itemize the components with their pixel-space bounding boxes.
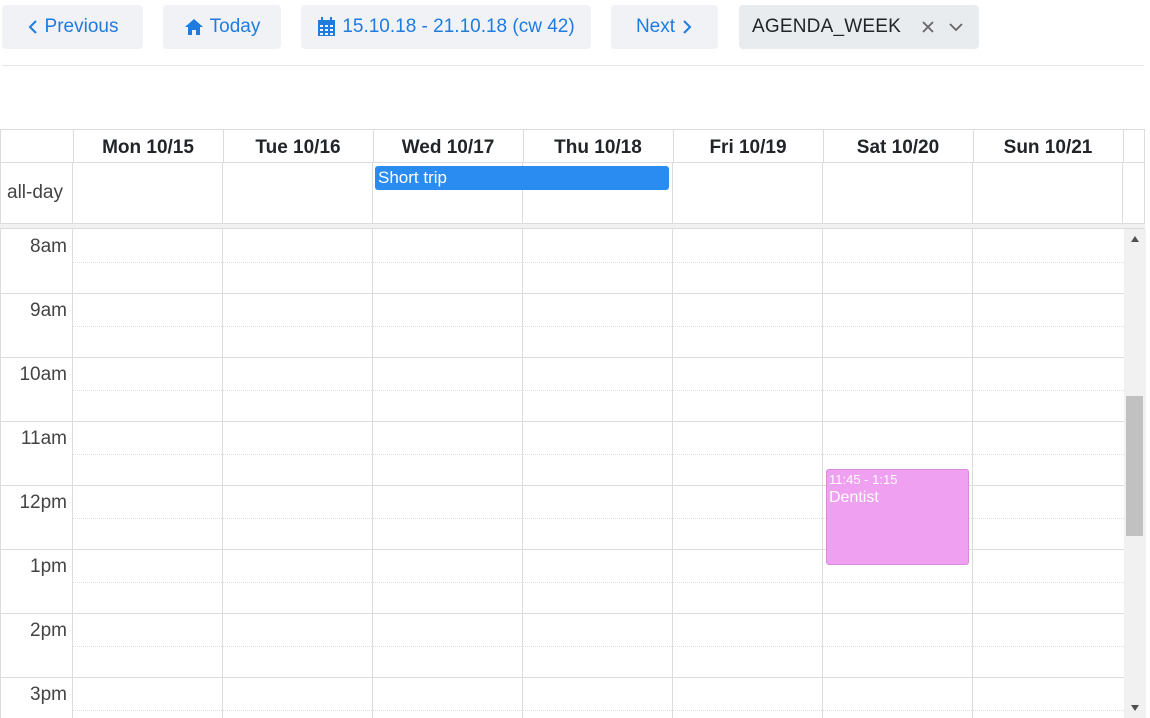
grid-line [372, 229, 373, 718]
allday-row: all-day Short trip [0, 163, 1145, 224]
time-grid: 8am 9am 10am 11am 12pm 1pm 2pm 3pm 11:45… [0, 229, 1146, 718]
day-header-sat: Sat 10/20 [856, 137, 940, 158]
time-label-9am: 9am [30, 300, 67, 321]
home-icon [184, 18, 204, 36]
toolbar-divider [2, 65, 1144, 66]
half-hour-line [73, 710, 1124, 711]
calendar-toolbar: Previous Today 15.10.18 - 21.10.18 (cw 4… [0, 0, 1150, 66]
time-label-12pm: 12pm [19, 492, 67, 513]
next-button[interactable]: Next [611, 5, 718, 49]
grid-line [72, 229, 73, 718]
grid-line [1122, 163, 1123, 223]
grid-line [972, 163, 973, 223]
grid-line [372, 163, 373, 223]
close-icon[interactable] [917, 16, 939, 38]
grid-line [523, 130, 524, 163]
day-header-thu: Thu 10/18 [554, 137, 642, 158]
grid-line [673, 130, 674, 163]
today-button[interactable]: Today [163, 5, 281, 49]
day-header-sun: Sun 10/21 [1003, 137, 1093, 158]
grid-line [1123, 130, 1124, 163]
time-label-10am: 10am [19, 364, 67, 385]
day-header-tue: Tue 10/16 [255, 137, 341, 158]
half-hour-line [73, 646, 1124, 647]
hour-line [1, 613, 1124, 614]
hour-line [1, 677, 1124, 678]
grid-line [72, 163, 73, 223]
event-time: 11:45 - 1:15 [829, 472, 898, 487]
time-label-3pm: 3pm [30, 684, 67, 705]
half-hour-line [73, 454, 1124, 455]
day-header-wed: Wed 10/17 [401, 137, 495, 158]
calendar-icon [317, 17, 336, 37]
date-range-button[interactable]: 15.10.18 - 21.10.18 (cw 42) [301, 5, 591, 49]
grid-line [222, 163, 223, 223]
grid-line [822, 163, 823, 223]
today-label: Today [209, 16, 261, 37]
grid-line [972, 229, 973, 718]
grid-line [373, 130, 374, 163]
next-label: Next [635, 16, 676, 37]
half-hour-line [73, 582, 1124, 583]
grid-line [973, 130, 974, 163]
scroll-down-arrow-icon[interactable] [1129, 702, 1141, 714]
view-select-value: AGENDA_WEEK [752, 16, 901, 37]
half-hour-line [73, 326, 1124, 327]
time-label-2pm: 2pm [30, 620, 67, 641]
scroll-up-arrow-icon[interactable] [1129, 233, 1141, 245]
time-label-1pm: 1pm [30, 556, 67, 577]
previous-button[interactable]: Previous [2, 5, 143, 49]
half-hour-line [73, 262, 1124, 263]
half-hour-line [73, 390, 1124, 391]
grid-line [223, 130, 224, 163]
grid-line [522, 229, 523, 718]
allday-event-short-trip[interactable]: Short trip [375, 166, 669, 190]
hour-line [1, 421, 1124, 422]
day-header-row: Mon 10/15 Tue 10/16 Wed 10/17 Thu 10/18 … [0, 129, 1145, 163]
grid-line [823, 130, 824, 163]
scrollbar-thumb[interactable] [1126, 396, 1143, 536]
grid-line [73, 130, 74, 163]
time-label-11am: 11am [20, 428, 67, 449]
day-header-mon: Mon 10/15 [102, 137, 194, 158]
day-header-fri: Fri 10/19 [709, 137, 787, 158]
chevron-down-icon[interactable] [945, 16, 967, 38]
allday-label: all-day [7, 182, 63, 203]
view-select[interactable]: AGENDA_WEEK [739, 5, 979, 49]
grid-line [672, 163, 673, 223]
date-range-label: 15.10.18 - 21.10.18 (cw 42) [342, 16, 575, 37]
hour-line [1, 293, 1124, 294]
week-calendar: Mon 10/15 Tue 10/16 Wed 10/17 Thu 10/18 … [0, 129, 1146, 718]
grid-line [822, 229, 823, 718]
grid-line [672, 229, 673, 718]
chevron-left-icon [27, 19, 39, 35]
event-dentist[interactable]: 11:45 - 1:15 Dentist [826, 469, 969, 565]
chevron-right-icon [681, 19, 693, 35]
event-title: Dentist [829, 489, 879, 506]
hour-line [1, 357, 1124, 358]
previous-label: Previous [44, 16, 119, 37]
vertical-scrollbar[interactable] [1124, 229, 1146, 718]
grid-line [222, 229, 223, 718]
time-label-8am: 8am [30, 236, 67, 257]
